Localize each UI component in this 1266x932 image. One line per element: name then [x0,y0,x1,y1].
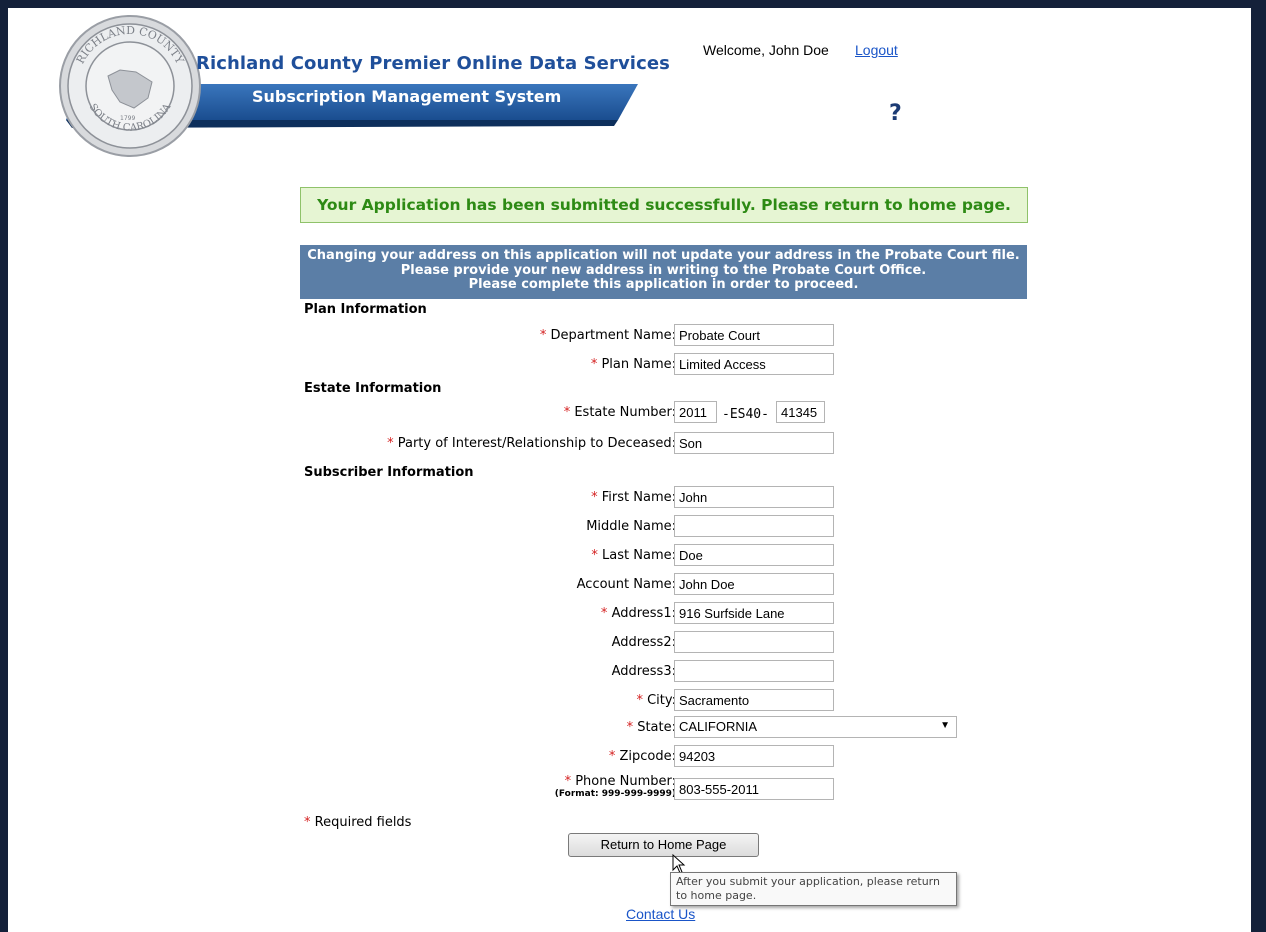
required-marker: * [539,328,547,343]
last-name-field[interactable] [674,544,834,566]
page-frame: RICHLAND COUNTY SOUTH CAROLINA 1799 Rich… [8,8,1251,932]
address-notice: Changing your address on this applicatio… [300,245,1027,299]
department-label: * Department Name: [539,328,676,343]
address3-label: Address3: [611,664,676,679]
tooltip: After you submit your application, pleas… [670,872,957,906]
party-field[interactable] [674,432,834,454]
logout-link[interactable]: Logout [855,42,898,58]
required-marker: * [387,436,394,451]
estate-number-label: * Estate Number: [563,405,676,420]
plan-name-field[interactable] [674,353,834,375]
required-marker: * [563,405,571,420]
state-selected-value: CALIFORNIA [679,719,758,734]
app-subtitle: Subscription Management System [252,87,562,106]
required-marker: * [591,490,598,505]
estate-number-separator: -ES40- [722,407,769,422]
phone-format-hint: (Format: 999-999-9999) [554,789,676,799]
required-marker: * [636,693,643,708]
first-name-field[interactable] [674,486,834,508]
plan-name-label: * Plan Name: [590,357,676,372]
required-marker: * [600,606,608,621]
required-marker: * [304,815,311,830]
estate-year-field[interactable] [674,401,717,423]
party-label: * Party of Interest/Relationship to Dece… [387,436,676,451]
section-subscriber-information: Subscriber Information [304,465,474,480]
state-select[interactable]: CALIFORNIA ▼ [674,716,957,738]
contact-us-link[interactable]: Contact Us [626,906,695,922]
zipcode-label: * Zipcode: [608,749,676,764]
required-marker: * [591,548,598,563]
middle-name-label: Middle Name: [586,519,676,534]
city-field[interactable] [674,689,834,711]
phone-field[interactable] [674,778,834,800]
address1-field[interactable] [674,602,834,624]
app-title: Richland County Premier Online Data Serv… [196,53,670,74]
account-name-field[interactable] [674,573,834,595]
required-marker: * [626,720,634,735]
state-label: * State: [626,720,676,735]
address1-label: * Address1: [600,606,676,621]
required-marker: * [590,357,598,372]
first-name-label: * First Name: [591,490,676,505]
welcome-text: Welcome, John Doe [703,42,829,58]
address2-label: Address2: [611,635,676,650]
help-icon[interactable]: ? [889,101,902,126]
account-name-label: Account Name: [576,577,676,592]
estate-number-field[interactable] [776,401,825,423]
middle-name-field[interactable] [674,515,834,537]
address3-field[interactable] [674,660,834,682]
last-name-label: * Last Name: [591,548,676,563]
success-message-box: Your Application has been submitted succ… [300,187,1028,223]
required-fields-note: * Required fields [304,815,412,830]
zipcode-field[interactable] [674,745,834,767]
required-marker: * [608,749,616,764]
county-seal-logo: RICHLAND COUNTY SOUTH CAROLINA 1799 [59,15,201,157]
section-plan-information: Plan Information [304,302,427,317]
success-message: Your Application has been submitted succ… [317,196,1011,214]
department-field[interactable] [674,324,834,346]
mouse-pointer-icon [672,854,686,874]
return-home-button[interactable]: Return to Home Page [568,833,759,857]
phone-label: * Phone Number: (Format: 999-999-9999) [554,774,676,799]
seal-year: 1799 [120,115,135,122]
city-label: * City: [636,693,676,708]
address2-field[interactable] [674,631,834,653]
section-estate-information: Estate Information [304,381,442,396]
notice-line-2: Please provide your new address in writi… [400,262,927,278]
notice-line-1: Changing your address on this applicatio… [307,248,1020,263]
dropdown-arrow-icon: ▼ [940,720,950,731]
notice-line-3: Please complete this application in orde… [468,277,859,292]
required-marker: * [564,774,572,789]
